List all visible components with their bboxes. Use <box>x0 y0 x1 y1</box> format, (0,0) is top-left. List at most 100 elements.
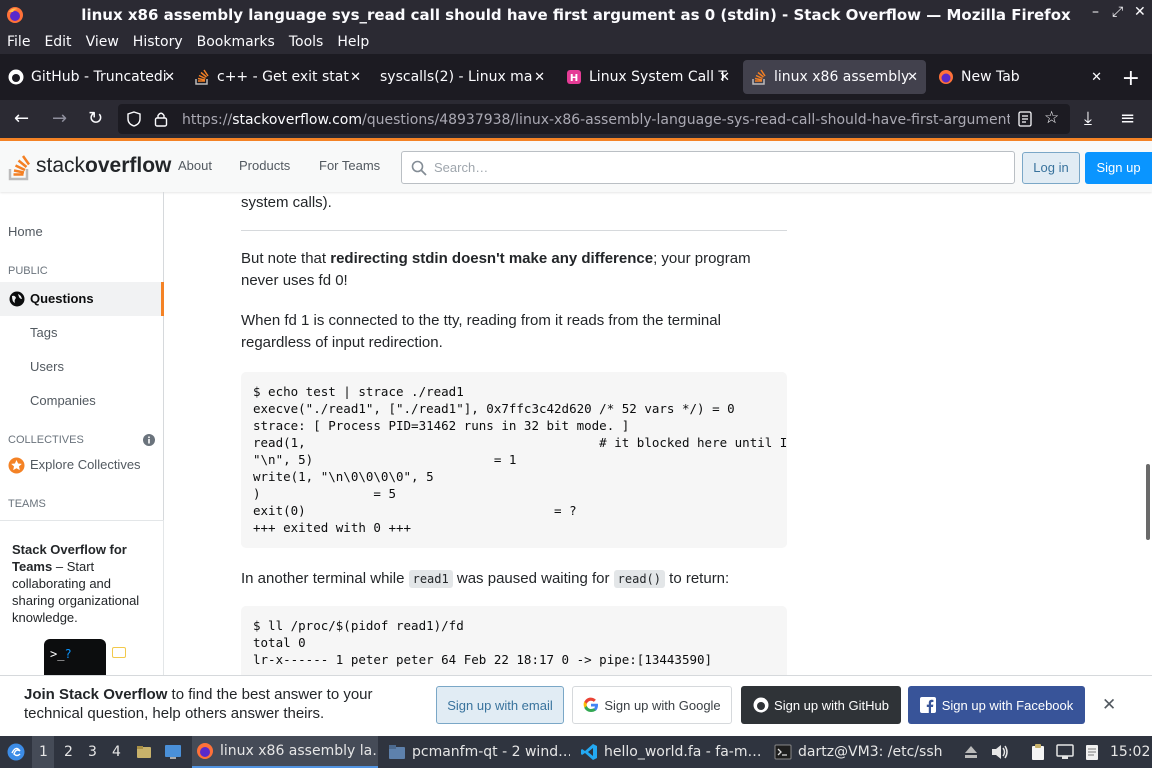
back-arrow-icon[interactable]: ← <box>14 108 29 129</box>
sidebar-item-questions[interactable]: Questions <box>30 291 94 306</box>
sidebar-item-home[interactable]: Home <box>8 224 43 239</box>
google-icon <box>583 697 599 712</box>
downloads-icon[interactable]: ⤓ <box>1084 108 1092 129</box>
reader-view-icon[interactable] <box>1018 111 1032 127</box>
tab-current-question[interactable]: linux x86 assembly ✕ <box>743 60 926 94</box>
hamburger-menu-icon[interactable]: ≡ <box>1120 108 1135 129</box>
signup-button[interactable]: Sign up <box>1085 152 1152 184</box>
workspace-1[interactable]: 1 <box>39 744 48 760</box>
menu-bookmarks[interactable]: Bookmarks <box>197 34 275 50</box>
close-icon[interactable]: ✕ <box>164 70 175 85</box>
para3-text-mid: was paused waiting for <box>452 570 614 587</box>
search-placeholder: Search… <box>434 160 489 175</box>
page-scrollbar-thumb[interactable] <box>1146 464 1150 540</box>
eject-icon[interactable] <box>962 743 980 761</box>
menu-edit[interactable]: Edit <box>44 34 71 50</box>
workspace-3[interactable]: 3 <box>88 744 97 760</box>
para3-text: In another terminal while <box>241 570 409 587</box>
close-window-button[interactable]: ✕ <box>1134 4 1146 20</box>
address-bar[interactable]: https://stackoverflow.com/questions/4893… <box>118 104 1070 134</box>
nav-about[interactable]: About <box>178 158 212 173</box>
banner-text: Join Stack Overflow to find the best ans… <box>24 685 424 723</box>
firefox-window: linux x86 assembly language sys_read cal… <box>0 0 1152 768</box>
signup-facebook-button[interactable]: Sign up with Facebook <box>908 686 1085 724</box>
tab-new-tab[interactable]: New Tab ✕ <box>930 60 1110 94</box>
taskbar-app-firefox[interactable]: linux x86 assembly la… <box>192 736 378 768</box>
start-menu-icon[interactable] <box>7 743 25 761</box>
tab-cpp-exit-status[interactable]: c++ - Get exit stat ✕ <box>186 60 369 94</box>
close-icon[interactable]: ✕ <box>907 70 918 85</box>
close-icon[interactable]: ✕ <box>1091 70 1102 85</box>
google-button-label: Sign up with Google <box>604 697 721 713</box>
signup-google-button[interactable]: Sign up with Google <box>572 686 732 724</box>
close-icon[interactable]: ✕ <box>350 70 361 85</box>
sidebar-item-tags[interactable]: Tags <box>30 325 57 340</box>
url-path: /questions/48937938/linux-x86-assembly-l… <box>361 112 1010 128</box>
tab-label: Linux System Call T <box>589 69 727 85</box>
logo-text-plain: stack <box>36 154 86 177</box>
sidebar-item-explore-collectives[interactable]: Explore Collectives <box>30 457 141 472</box>
tab-syscalls[interactable]: syscalls(2) - Linux ma ✕ <box>372 60 553 94</box>
maximize-button[interactable]: ⤢ <box>1112 4 1123 20</box>
page-viewport: stackoverflow About Products For Teams S… <box>0 138 1152 675</box>
taskbar-app-pcmanfm[interactable]: pcmanfm-qt - 2 wind… <box>384 736 570 768</box>
bookmark-star-icon[interactable]: ☆ <box>1044 108 1059 128</box>
paragraph-another-terminal: In another terminal while read1 was paus… <box>241 568 787 590</box>
tab-label: syscalls(2) - Linux ma <box>380 69 533 85</box>
notes-icon[interactable] <box>1084 743 1100 761</box>
network-icon[interactable] <box>1056 744 1074 760</box>
signup-email-button[interactable]: Sign up with email <box>436 686 564 724</box>
workspace-4[interactable]: 4 <box>112 744 121 760</box>
forward-arrow-icon[interactable]: → <box>52 108 67 129</box>
close-icon[interactable]: ✕ <box>534 70 545 85</box>
so-logo[interactable]: stackoverflow <box>8 151 171 181</box>
window-title: linux x86 assembly language sys_read cal… <box>81 6 1071 24</box>
signup-github-button[interactable]: Sign up with GitHub <box>741 686 901 724</box>
tab-label: New Tab <box>961 69 1020 85</box>
menu-help[interactable]: Help <box>337 34 369 50</box>
reload-icon[interactable]: ↻ <box>88 108 103 129</box>
lock-icon[interactable] <box>154 111 168 127</box>
nav-products[interactable]: Products <box>239 158 290 173</box>
code-block-proc-fd: $ ll /proc/$(pidof read1)/fd total 0 lr-… <box>241 606 787 675</box>
search-input[interactable]: Search… <box>401 151 1015 184</box>
chat-bubble-icon <box>112 647 126 658</box>
sidebar-item-companies[interactable]: Companies <box>30 393 96 408</box>
clipboard-icon[interactable] <box>1030 743 1046 761</box>
terminal-icon <box>774 744 792 760</box>
teams-promo: Stack Overflow for Teams – Start collabo… <box>0 520 164 675</box>
clock[interactable]: 15:02 <box>1110 744 1150 760</box>
close-icon[interactable]: ✕ <box>719 70 730 85</box>
menu-tools[interactable]: Tools <box>289 34 324 50</box>
shield-icon[interactable] <box>126 111 142 127</box>
tab-github[interactable]: GitHub - Truncatedi ✕ <box>0 60 183 94</box>
menu-file[interactable]: File <box>7 34 30 50</box>
sidebar-item-users[interactable]: Users <box>30 359 64 374</box>
tab-linux-system-call[interactable]: H Linux System Call T ✕ <box>558 60 738 94</box>
minimize-button[interactable]: – <box>1092 4 1099 20</box>
url-text[interactable]: https://stackoverflow.com/questions/4893… <box>182 112 1010 128</box>
show-desktop-icon[interactable] <box>164 744 182 760</box>
menu-view[interactable]: View <box>86 34 119 50</box>
sidebar-section-collectives: COLLECTIVES <box>8 434 84 446</box>
para1-text: But note that <box>241 250 331 267</box>
taskbar-app-terminal[interactable]: dartz@VM3: /etc/ssh <box>770 736 950 768</box>
new-tab-plus-icon[interactable]: + <box>1122 66 1140 91</box>
info-icon[interactable] <box>143 434 155 446</box>
banner-close-button[interactable]: ✕ <box>1102 695 1116 715</box>
sidebar-section-public: PUBLIC <box>8 265 48 277</box>
volume-icon[interactable] <box>990 743 1010 761</box>
workspace-2[interactable]: 2 <box>64 744 73 760</box>
tab-strip: GitHub - Truncatedi ✕ c++ - Get exit sta… <box>0 54 1152 100</box>
file-manager-launcher-icon[interactable] <box>136 744 152 760</box>
menu-history[interactable]: History <box>133 34 183 50</box>
nav-for-teams[interactable]: For Teams <box>319 158 380 173</box>
facebook-icon <box>919 697 936 713</box>
facebook-button-label: Sign up with Facebook <box>941 697 1074 713</box>
taskbar-app-vscode[interactable]: hello_world.fa - fa-m… <box>576 736 764 768</box>
taskbar-app-label: dartz@VM3: /etc/ssh <box>798 744 943 760</box>
search-icon <box>411 160 427 176</box>
login-button[interactable]: Log in <box>1022 152 1080 184</box>
sidebar-section-teams: TEAMS <box>8 498 46 510</box>
logo-text-bold: overflow <box>85 154 172 177</box>
